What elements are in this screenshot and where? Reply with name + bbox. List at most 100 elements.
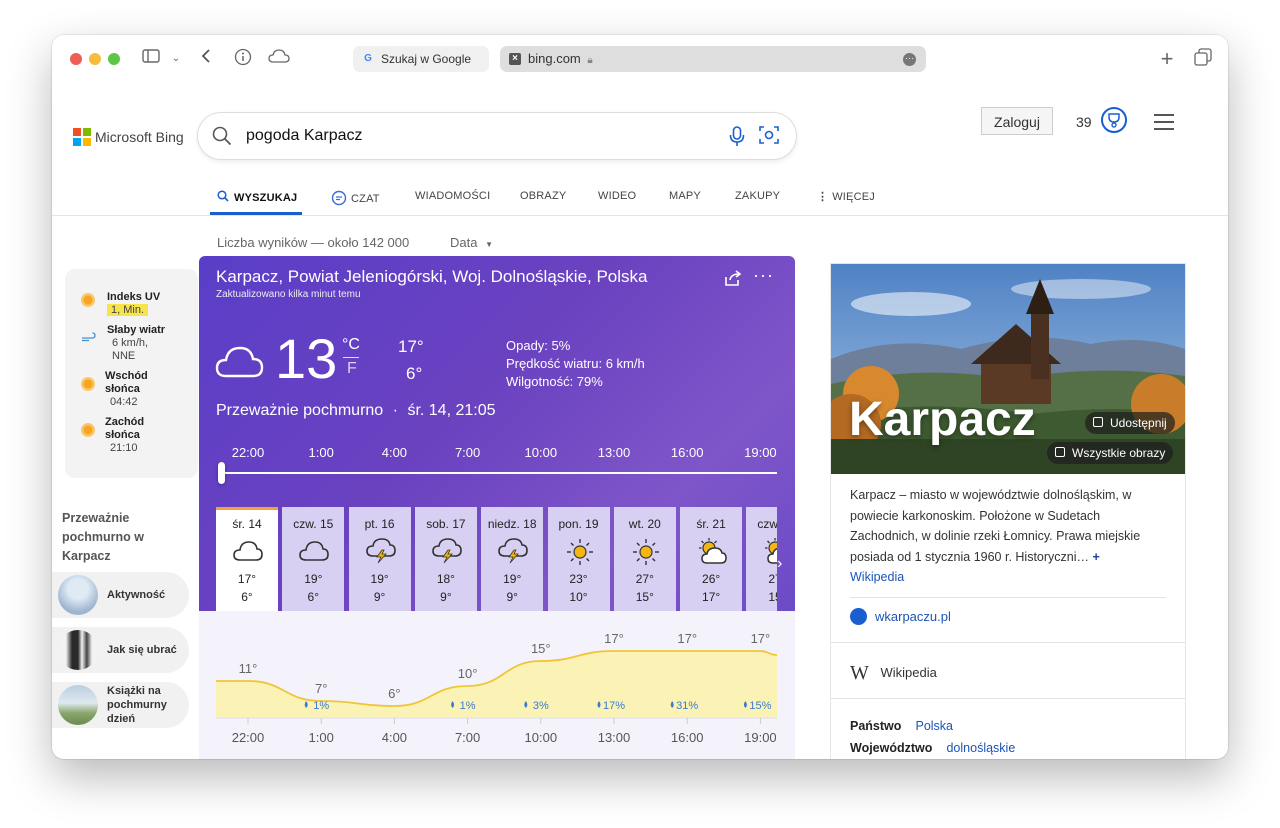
hour-label[interactable]: 1:00	[309, 445, 334, 460]
tab-google-label: Szukaj w Google	[381, 52, 472, 66]
temp-low: 6°	[406, 364, 423, 383]
sunset-value: 21:10	[110, 442, 138, 454]
zoom-window-button[interactable]	[108, 53, 120, 65]
tab-search[interactable]: WYSZUKAJ	[217, 190, 297, 204]
share-button[interactable]: Udostępnij	[1085, 412, 1175, 434]
x-tick-label: 22:00	[232, 730, 265, 745]
day-forecast-4[interactable]: sob. 17 18° 9°	[414, 507, 477, 611]
sidebar-item-clothing[interactable]: Jak się ubrać	[52, 627, 189, 673]
day-forecast-1[interactable]: śr. 14 17° 6°	[216, 507, 278, 611]
rewards-points[interactable]: 39	[1076, 114, 1092, 130]
sun-icon	[564, 538, 596, 571]
close-window-button[interactable]	[70, 53, 82, 65]
wind-direction: NNE	[112, 350, 136, 362]
rewards-icon[interactable]	[1101, 107, 1127, 133]
storm-icon	[365, 538, 397, 569]
day-forecast-8[interactable]: śr. 21 26° 17°	[680, 507, 743, 611]
search-box[interactable]: pogoda Karpacz	[198, 113, 796, 159]
day-forecast-7[interactable]: wt. 20 27° 15°	[613, 507, 676, 611]
fact-row: Województwo dolnośląskie	[850, 737, 1015, 759]
sidebar-item-books[interactable]: Książki na pochmurny dzień	[52, 682, 189, 728]
search-icon[interactable]	[212, 126, 232, 151]
precipitation-label: 31%	[676, 700, 698, 712]
weather-updated: Zaktualizowano kilka minut temu	[216, 289, 361, 300]
bing-tab-icon: ×	[509, 53, 521, 65]
official-site-link[interactable]: wkarpaczu.pl	[850, 608, 951, 625]
precipitation-label: 15%	[749, 700, 771, 712]
bing-logo[interactable]: Microsoft Bing	[73, 128, 184, 146]
source-link[interactable]: Wikipedia	[850, 570, 904, 584]
temperature-label: 17°	[604, 631, 624, 646]
day-high: 23°	[569, 572, 588, 586]
weather-card: Karpacz, Powiat Jeleniogórski, Woj. Doln…	[199, 256, 795, 759]
fact-value[interactable]: Polska	[915, 719, 953, 733]
unit-celsius[interactable]: °C	[342, 336, 360, 354]
icloud-icon[interactable]	[268, 48, 290, 70]
karpacz-photo[interactable]: Karpacz Udostępnij Wszystkie obrazy	[831, 264, 1185, 474]
url-text: bing.com	[528, 51, 581, 66]
tab-news[interactable]: WIADOMOŚCI	[415, 190, 490, 202]
all-images-button[interactable]: Wszystkie obrazy	[1047, 442, 1174, 464]
day-high: 19°	[503, 572, 522, 586]
day-forecast-3[interactable]: pt. 16 19° 9°	[348, 507, 411, 611]
day-forecast-6[interactable]: pon. 19 23° 10°	[547, 507, 610, 611]
temperature-label: 7°	[315, 681, 327, 696]
partly-cloudy-icon	[762, 538, 777, 569]
hour-label[interactable]: 10:00	[525, 445, 558, 460]
back-icon[interactable]	[195, 48, 217, 70]
tab-maps[interactable]: MAPY	[669, 190, 701, 202]
tab-shopping[interactable]: ZAKUPY	[735, 190, 780, 202]
unit-fahrenheit[interactable]: F	[347, 360, 357, 378]
day-forecast-5[interactable]: niedz. 18 19° 9°	[481, 507, 544, 611]
tab-google[interactable]: G Szukaj w Google	[353, 46, 489, 72]
wikipedia-link[interactable]: W Wikipedia	[850, 662, 937, 685]
hour-label[interactable]: 7:00	[455, 445, 480, 460]
date-filter[interactable]: Data ▼	[450, 235, 493, 250]
search-input[interactable]: pogoda Karpacz	[246, 127, 363, 145]
hour-label[interactable]: 13:00	[598, 445, 631, 460]
login-button[interactable]: Zaloguj	[981, 107, 1053, 135]
precipitation-label: 3%	[533, 700, 549, 712]
unit-divider	[343, 357, 359, 358]
new-tab-icon[interactable]: +	[1156, 48, 1178, 70]
sidebar-toggle-icon[interactable]	[140, 48, 162, 70]
more-icon[interactable]: ···	[903, 53, 916, 66]
x-tick-label: 16:00	[671, 730, 704, 745]
weather-current-panel: Karpacz, Powiat Jeleniogórski, Woj. Doln…	[199, 256, 795, 611]
info-icon[interactable]	[232, 48, 254, 70]
microphone-icon[interactable]	[728, 125, 746, 152]
tab-videos[interactable]: WIDEO	[598, 190, 636, 202]
day-forecast-2[interactable]: czw. 15 19° 6°	[282, 507, 345, 611]
browser-toolbar: ⌄ G Szukaj w Google × bing.com 🔒︎ ··· +	[52, 35, 1228, 85]
tab-images[interactable]: OBRAZY	[520, 190, 566, 202]
hour-label[interactable]: 16:00	[671, 445, 704, 460]
chevron-right-icon[interactable]: ›	[777, 555, 782, 573]
tab-overview-icon[interactable]	[1192, 48, 1214, 70]
entity-title: Karpacz	[849, 393, 1036, 446]
minimize-window-button[interactable]	[89, 53, 101, 65]
hourly-temperature-chart: 11° 22:00 7° 1:00 1% 6° 4:00 10° 7:00 1% 15° 10:00 3…	[216, 631, 778, 745]
chevron-down-icon[interactable]: ⌄	[165, 48, 187, 70]
day-forecast-9[interactable]: czw. 22 27° 15°	[746, 507, 777, 611]
menu-icon[interactable]	[1154, 114, 1174, 135]
fact-value[interactable]: dolnośląskie	[946, 741, 1015, 755]
sidebar-item-activity[interactable]: Aktywność	[52, 572, 189, 618]
uv-label: Indeks UV	[107, 291, 161, 303]
time-slider-handle[interactable]	[218, 462, 225, 484]
weather-location[interactable]: Karpacz, Powiat Jeleniogórski, Woj. Doln…	[216, 267, 648, 287]
share-icon[interactable]	[723, 269, 743, 292]
visual-search-icon[interactable]	[759, 125, 779, 150]
expand-button[interactable]: +	[1093, 550, 1100, 564]
tab-chat[interactable]: CZAT	[331, 190, 380, 206]
hour-label[interactable]: 19:00	[744, 445, 777, 460]
tab-bing[interactable]: × bing.com 🔒︎ ···	[500, 46, 926, 72]
divider	[850, 597, 1166, 598]
tab-more[interactable]: ⋮ WIĘCEJ	[817, 190, 875, 203]
more-options-icon[interactable]: ···	[753, 265, 774, 286]
day-name: śr. 21	[696, 517, 726, 531]
hour-label[interactable]: 4:00	[382, 445, 407, 460]
hour-label[interactable]: 22:00	[232, 445, 265, 460]
activity-thumbnail	[58, 575, 98, 615]
time-slider-track[interactable]	[221, 472, 777, 474]
weather-details-card: Indeks UV 1, Min. Słaby wiatr 6 km/h, NN…	[65, 269, 198, 478]
